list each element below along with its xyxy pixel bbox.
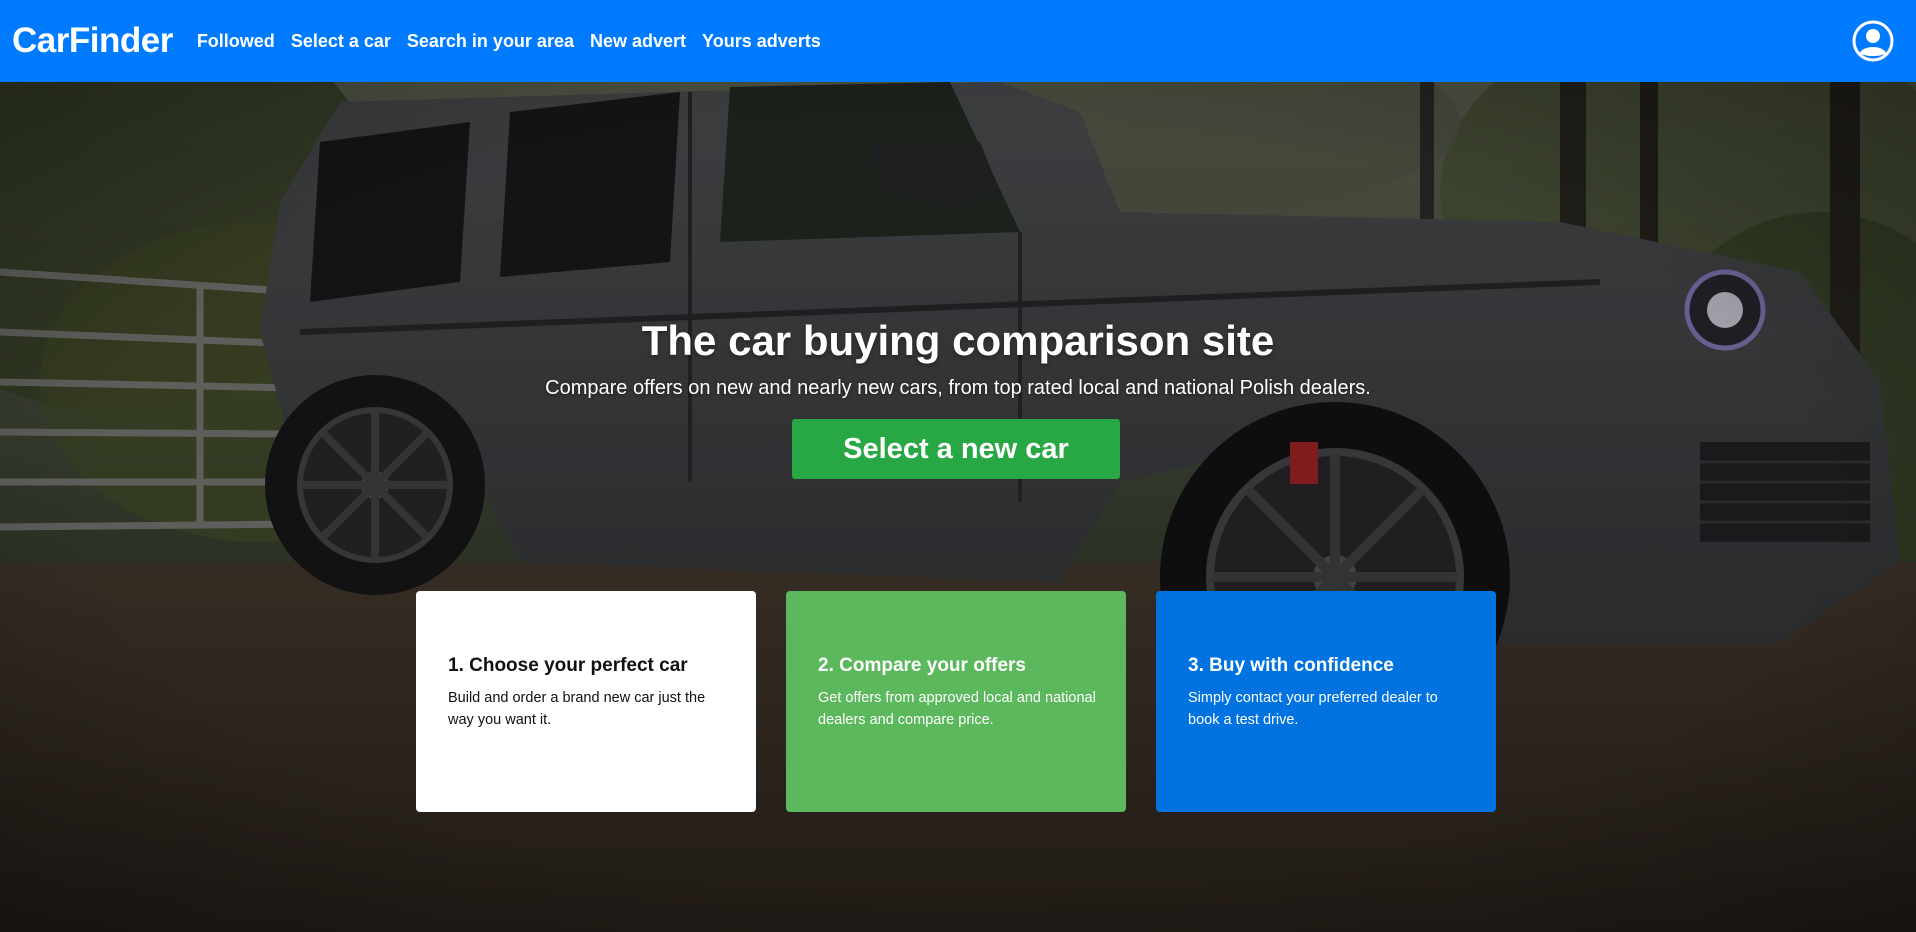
step-card-text: Get offers from approved local and natio… <box>818 690 1096 728</box>
user-circle-icon[interactable] <box>1852 20 1894 62</box>
step-card-text: Build and order a brand new car just the… <box>448 690 706 728</box>
nav-links: Followed Select a car Search in your are… <box>197 31 837 52</box>
step-card-title: 3. Buy with confidence <box>1188 655 1394 676</box>
nav-link-new-advert[interactable]: New advert <box>590 31 686 52</box>
step-card-title: 1. Choose your perfect car <box>448 655 688 676</box>
step-card-title: 2. Compare your offers <box>818 655 1026 676</box>
step-card-compare: 2. Compare your offers Get offers from a… <box>786 591 1126 812</box>
top-navbar: CarFinder Followed Select a car Search i… <box>0 0 1916 82</box>
brand-logo[interactable]: CarFinder <box>12 21 173 61</box>
step-card-choose: 1. Choose your perfect car Build and ord… <box>416 591 756 812</box>
hero-title: The car buying comparison site <box>641 317 1275 364</box>
steps-cards: 1. Choose your perfect car Build and ord… <box>416 591 1496 812</box>
nav-link-search-in-your-area[interactable]: Search in your area <box>407 31 574 52</box>
step-card-buy: 3. Buy with confidence Simply contact yo… <box>1156 591 1496 812</box>
hero-subtitle: Compare offers on new and nearly new car… <box>545 377 1371 399</box>
select-new-car-button[interactable]: Select a new car <box>792 419 1120 479</box>
nav-link-followed[interactable]: Followed <box>197 31 275 52</box>
nav-link-select-a-car[interactable]: Select a car <box>291 31 391 52</box>
step-card-text: Simply contact your preferred dealer to … <box>1188 690 1438 728</box>
nav-link-yours-adverts[interactable]: Yours adverts <box>702 31 821 52</box>
hero-section: The car buying comparison site Compare o… <box>0 82 1916 932</box>
